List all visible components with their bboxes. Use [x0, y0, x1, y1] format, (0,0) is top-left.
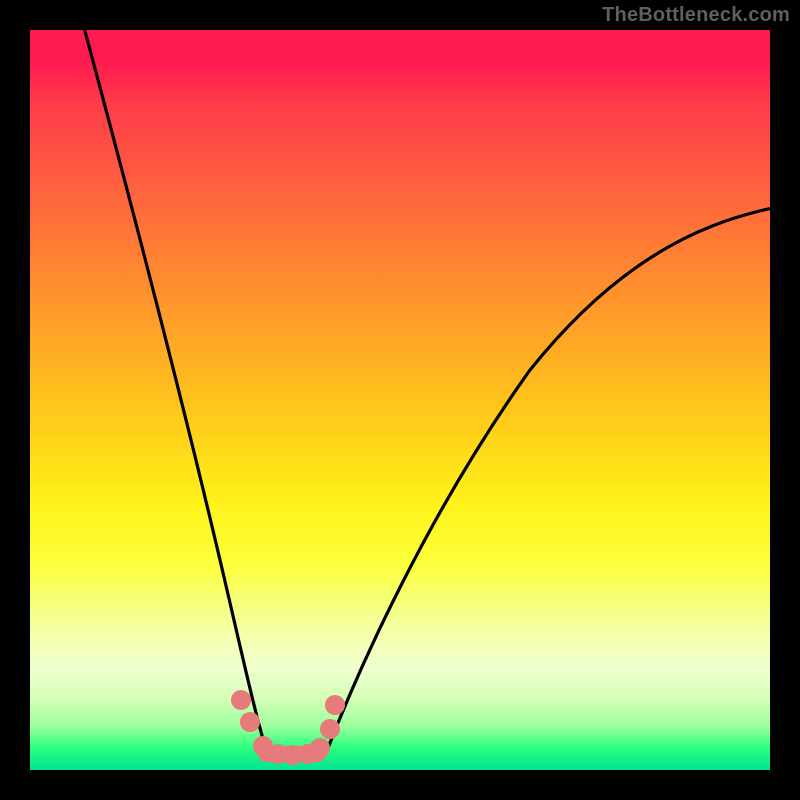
plot-area: [30, 30, 770, 770]
curves-layer: [30, 30, 770, 770]
chart-frame: TheBottleneck.com: [0, 0, 800, 800]
curve-left: [82, 30, 267, 753]
watermark-text: TheBottleneck.com: [602, 4, 790, 27]
bottom-marker-band: [231, 690, 345, 765]
curve-right: [326, 208, 770, 753]
